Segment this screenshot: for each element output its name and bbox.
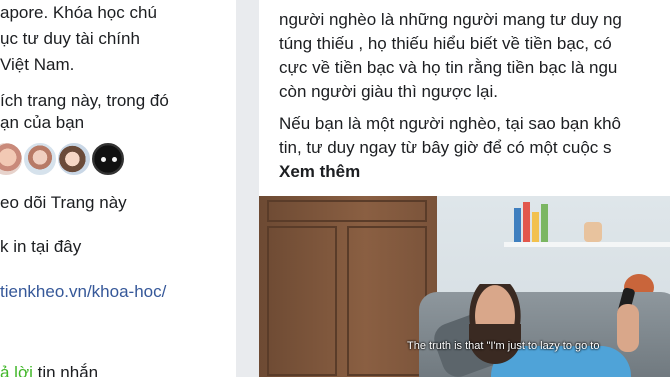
likes-summary-line-1: ích trang này, trong đó [0,91,169,110]
avatar[interactable] [56,141,92,177]
follows-summary: eo dõi Trang này [0,193,127,212]
avatar[interactable] [90,141,126,177]
response-text: tin nhắn [32,363,99,377]
post-card: người nghèo là những người mang tư duy n… [259,0,670,377]
post-line-6: tin, tư duy ngay từ bây giờ để có một cu… [279,138,612,157]
response-info: ả lời tin nhắn [0,362,98,377]
checkin-summary: k in tại đây [0,237,82,256]
post-video[interactable]: The truth is that "I'm just to lazy to g… [259,196,670,377]
see-more-link[interactable]: Xem thêm [279,160,360,184]
video-subtitle: The truth is that "I'm just to lazy to g… [407,340,600,352]
likes-summary-line-2: ạn của bạn [0,113,85,132]
page-description-line-3: Việt Nam. [0,55,75,74]
video-shelf [504,196,670,306]
avatar[interactable] [22,141,58,177]
website-link[interactable]: tienkheo.vn/khoa-hoc/ [0,281,166,303]
avatar-eyes-icon [101,157,117,162]
post-line-4: còn người giàu thì ngược lại. [279,82,498,101]
page-description-line-2: ục tư duy tài chính [0,29,140,48]
post-line-2: túng thiếu , họ thiếu hiểu biết về tiền … [279,34,612,53]
post-line-5: Nếu bạn là một người nghèo, tại sao bạn … [279,114,621,133]
response-highlight: ả lời [0,363,33,377]
post-line-3: cực về tiền bạc và họ tin rằng tiền bạc … [279,58,618,77]
post-line-1: người nghèo là những người mang tư duy n… [279,10,622,29]
page-info-card: apore. Khóa học chú ục tư duy tài chính … [0,0,236,377]
page-description-line-1: apore. Khóa học chú [0,3,157,22]
avatar[interactable] [0,141,24,177]
